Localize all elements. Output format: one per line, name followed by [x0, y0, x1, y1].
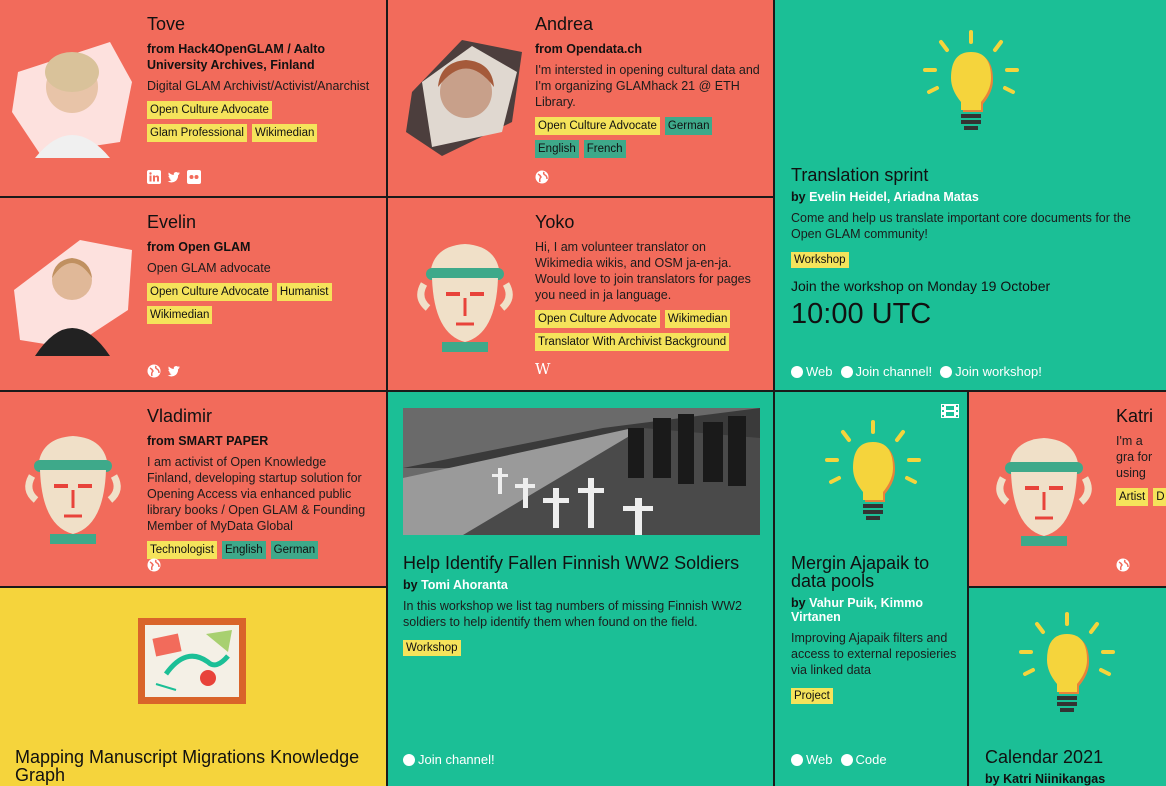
- tag[interactable]: Artist: [1116, 488, 1149, 506]
- tag[interactable]: Wikimedian: [664, 310, 731, 328]
- twitter-icon[interactable]: [167, 364, 181, 378]
- tag[interactable]: Humanist: [276, 283, 332, 301]
- globe-icon[interactable]: [1116, 558, 1130, 572]
- person-affiliation: from Open GLAM: [147, 240, 251, 254]
- slack-icon: [840, 365, 853, 378]
- slack-icon: [403, 753, 415, 766]
- placeholder-avatar-icon: [10, 426, 136, 552]
- web-link[interactable]: Web: [791, 364, 833, 379]
- wikipedia-icon[interactable]: W: [535, 362, 550, 377]
- project-title[interactable]: Mergin Ajapaik to data pools: [791, 554, 957, 590]
- tag[interactable]: Wikimedian: [147, 306, 213, 324]
- project-card-mergin-ajapaik[interactable]: Mergin Ajapaik to data pools by Vahur Pu…: [775, 392, 967, 786]
- person-name: Katri: [1116, 406, 1154, 426]
- tag[interactable]: French: [583, 140, 626, 158]
- project-description: Come and help us translate important cor…: [791, 211, 1131, 241]
- globe-icon: [791, 753, 803, 766]
- person-name: Andrea: [535, 14, 594, 34]
- by-label: by: [403, 578, 418, 592]
- globe-icon[interactable]: [535, 170, 549, 184]
- tag[interactable]: Wikimedian: [251, 124, 318, 142]
- linkedin-icon[interactable]: [147, 170, 161, 184]
- tag[interactable]: Open Culture Advocate: [147, 101, 272, 119]
- person-description: Open GLAM advocate: [147, 261, 271, 275]
- tag[interactable]: D: [1153, 488, 1166, 506]
- workshop-date: Join the workshop on Monday 19 October: [791, 278, 1051, 294]
- person-card-yoko[interactable]: Yoko Hi, I am volunteer translator on Wi…: [388, 198, 773, 390]
- person-affiliation: from Opendata.ch: [535, 42, 642, 56]
- person-description: Digital GLAM Archivist/Activist/Anarchis…: [147, 79, 370, 93]
- project-authors[interactable]: Katri Niinikangas: [1003, 772, 1105, 786]
- twitter-icon[interactable]: [167, 170, 181, 184]
- by-label: by: [791, 190, 806, 204]
- join-workshop-link[interactable]: Join workshop!: [940, 364, 1042, 379]
- person-card-andrea[interactable]: Andrea from Opendata.ch I'm intersted in…: [388, 0, 773, 196]
- project-description: Improving Ajapaik filters and access to …: [791, 631, 957, 677]
- project-card-fallen-soldiers[interactable]: Help Identify Fallen Finnish WW2 Soldier…: [388, 392, 773, 786]
- web-link[interactable]: Web: [791, 752, 833, 767]
- person-name: Yoko: [535, 212, 575, 232]
- tag[interactable]: English: [221, 541, 266, 559]
- tag[interactable]: Open Culture Advocate: [147, 283, 272, 301]
- person-affiliation: from SMART PAPER: [147, 434, 269, 448]
- by-label: by: [985, 772, 1000, 786]
- tag[interactable]: Glam Professional: [147, 124, 247, 142]
- person-description: I'm a gra for using: [1116, 434, 1153, 480]
- person-name: Vladimir: [147, 406, 213, 426]
- join-channel-link[interactable]: Join channel!: [403, 752, 495, 767]
- project-card-translation-sprint[interactable]: Translation sprint by Evelin Heidel, Ari…: [775, 0, 1166, 390]
- project-description: In this workshop we list tag numbers of …: [403, 599, 743, 629]
- globe-icon: [791, 365, 803, 378]
- project-authors[interactable]: Evelin Heidel, Ariadna Matas: [809, 190, 979, 204]
- globe-icon[interactable]: [147, 364, 161, 378]
- person-name: Evelin: [147, 212, 197, 232]
- person-card-evelin[interactable]: Evelin from Open GLAM Open GLAM advocate…: [0, 198, 386, 390]
- tag[interactable]: Open Culture Advocate: [535, 117, 660, 135]
- avatar: [10, 230, 136, 356]
- person-description: I am activist of Open Knowledge Finland,…: [147, 455, 366, 533]
- project-card-calendar-2021[interactable]: Calendar 2021 by Katri Niinikangas: [969, 588, 1166, 786]
- tag[interactable]: Workshop: [403, 640, 461, 656]
- tag[interactable]: English: [535, 140, 579, 158]
- project-title[interactable]: Calendar 2021: [985, 748, 1158, 766]
- tag[interactable]: German: [664, 117, 713, 135]
- project-card-mapping-manuscript[interactable]: Mapping Manuscript Migrations Knowledge …: [0, 588, 386, 786]
- project-title[interactable]: Mapping Manuscript Migrations Knowledge …: [15, 748, 374, 784]
- workshop-time: 10:00 UTC: [791, 298, 932, 330]
- person-card-vladimir[interactable]: Vladimir from SMART PAPER I am activist …: [0, 392, 386, 586]
- person-affiliation: from Hack4OpenGLAM / Aalto University Ar…: [147, 42, 326, 72]
- tag[interactable]: Technologist: [147, 541, 217, 559]
- artwork-icon: [138, 618, 246, 704]
- tag[interactable]: Open Culture Advocate: [535, 310, 660, 328]
- avatar: [10, 32, 136, 158]
- tag[interactable]: Translator With Archivist Background: [535, 333, 730, 351]
- film-icon: [941, 404, 959, 418]
- project-authors[interactable]: Tomi Ahoranta: [421, 578, 508, 592]
- flickr-icon[interactable]: [187, 170, 201, 184]
- person-description: I'm intersted in opening cultural data a…: [535, 63, 760, 109]
- by-label: by: [791, 596, 806, 610]
- globe-icon[interactable]: [147, 558, 161, 572]
- join-channel-link[interactable]: Join channel!: [840, 364, 932, 379]
- avatar: [402, 32, 528, 158]
- code-link[interactable]: Code: [840, 752, 887, 767]
- tag[interactable]: Workshop: [791, 252, 849, 268]
- tag[interactable]: Project: [791, 688, 833, 704]
- lightbulb-icon: [1019, 612, 1115, 712]
- project-title[interactable]: Translation sprint: [791, 166, 1154, 184]
- person-card-katri[interactable]: Katri I'm a gra for using Artist D: [969, 392, 1166, 586]
- lightbulb-icon: [825, 420, 921, 520]
- placeholder-avatar-icon: [402, 234, 528, 360]
- person-card-tove[interactable]: Tove from Hack4OpenGLAM / Aalto Universi…: [0, 0, 386, 196]
- github-icon: [840, 753, 853, 766]
- person-name: Tove: [147, 14, 186, 34]
- lightbulb-icon: [923, 30, 1019, 130]
- project-image: [403, 408, 760, 535]
- tag[interactable]: German: [270, 541, 319, 559]
- project-title[interactable]: Help Identify Fallen Finnish WW2 Soldier…: [403, 554, 761, 572]
- placeholder-avatar-icon: [981, 428, 1107, 554]
- person-description: Hi, I am volunteer translator on Wikimed…: [535, 240, 751, 302]
- sign-in-icon: [940, 365, 953, 378]
- project-authors[interactable]: Vahur Puik, Kimmo Virtanen: [791, 596, 923, 624]
